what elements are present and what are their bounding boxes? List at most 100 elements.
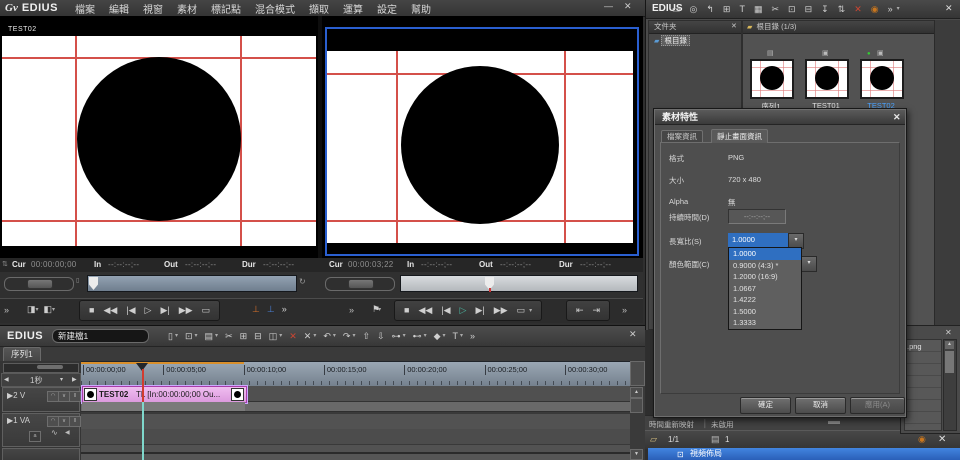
sort-icon[interactable]: ⇅ [838,5,846,14]
reel-icon[interactable]: ◉ [918,434,926,445]
playhead-line-teal[interactable] [142,402,144,460]
set-in-point-icon[interactable]: ⇤ [576,306,584,315]
rewind-icon[interactable]: ◀◀ [418,306,432,315]
new-folder-icon[interactable]: ▭ [672,5,681,14]
dialog-close-button[interactable]: ✕ [893,110,901,124]
save-project-icon[interactable]: ▤ [205,332,214,341]
close-button[interactable]: ✕ [624,1,632,12]
display-mode-1-caret-icon[interactable]: ▾ [36,307,39,313]
fast-forward-icon[interactable]: ▶▶ [494,306,508,315]
timeline-clip-test02[interactable]: TEST02 TL [In:00:00:00;00 Ou... [82,386,247,403]
next-track-lane[interactable] [81,454,630,460]
duration-input[interactable]: --:--:--;-- [728,209,786,224]
folder-panel-close-icon[interactable]: ✕ [731,21,737,33]
monitor-caret-icon[interactable]: ▾ [529,308,532,314]
clip-thumbnail[interactable] [860,59,904,99]
menu-item[interactable]: 視窗 [143,1,163,16]
titler-icon[interactable]: T [453,332,459,341]
va-audio-sub-lane[interactable] [81,445,630,454]
bg-window-close-icon[interactable]: ✕ [945,328,952,337]
video-layout-row[interactable]: ⊡ 視頻佈局 [648,448,960,460]
ripple-delete-caret-icon[interactable]: ▾ [313,333,316,339]
match-frame-icon[interactable]: ⊷ [413,332,422,341]
info-row-label[interactable]: 時間重新映射 [649,419,694,430]
clip-thumbnail[interactable] [805,59,849,99]
dropdown-option[interactable]: 1.3333 [729,317,801,329]
menu-item[interactable]: 運算 [343,1,363,16]
undo-icon[interactable]: ↶ [323,332,331,341]
recorder-shuttle[interactable] [325,277,395,291]
cancel-button[interactable]: 取消 [795,397,846,414]
player-monitor[interactable]: TEST02 [0,16,318,258]
more-caret-icon[interactable]: ▾ [897,6,900,12]
menu-item[interactable]: 檔案 [75,1,95,16]
recorder-position-slider[interactable] [400,275,638,292]
search-icon[interactable]: ◎ [690,5,698,14]
menu-item[interactable]: 設定 [377,1,397,16]
stop-icon[interactable]: ■ [404,306,409,315]
loop-icon[interactable]: ↻ [299,277,306,286]
timeline-vscrollbar[interactable]: ▲ ▼ [630,386,644,460]
aspect-ratio-combobox[interactable]: 1.0000 [728,233,788,247]
menu-item[interactable]: 擷取 [309,1,329,16]
palette-close-icon[interactable]: ✕ [938,434,946,445]
new-sequence-icon[interactable]: ▯ [168,332,173,341]
cut-icon[interactable]: ✂ [771,5,779,14]
copy-icon[interactable]: ⊡ [788,5,796,14]
new-sequence-caret-icon[interactable]: ▾ [175,333,178,339]
player-position-slider[interactable] [87,275,297,292]
frame-back-icon[interactable]: |◀ [441,306,450,315]
dropdown-option[interactable]: 1.5000 [729,306,801,318]
menu-item[interactable]: 標記點 [211,1,241,16]
render-icon[interactable]: ⇩ [377,332,385,341]
more-left-chevron[interactable]: » [4,305,9,315]
play-icon[interactable]: ▷ [460,306,467,315]
add-title-icon[interactable]: T [739,5,745,14]
capture-icon[interactable]: ◉ [871,5,879,14]
more-icon[interactable]: » [888,5,893,14]
timeline-mini-scrollbar[interactable] [3,363,79,373]
folder-tree-root[interactable]: ▰ 根目錄 [654,35,690,46]
monitor-icon[interactable]: ▭ [517,306,526,315]
frame-back-icon[interactable]: |◀ [126,306,135,315]
track-header-partial[interactable] [2,448,80,460]
dialog-title-bar[interactable]: 素材特性 ✕ [655,110,905,125]
set-out-point-icon[interactable]: ⇥ [593,306,601,315]
undo-caret-icon[interactable]: ▾ [333,333,336,339]
insert-to-timeline-icon[interactable]: ⊥ [252,305,260,314]
group-caret-icon[interactable]: ▾ [279,333,282,339]
scroll-thumb[interactable] [945,351,954,373]
audio-source-icon[interactable]: a [29,431,41,442]
zoom-caret-icon[interactable]: ▾ [60,376,63,383]
play-icon[interactable]: ▷ [145,306,152,315]
ripple-delete-icon[interactable]: ✕ [304,332,312,341]
overwrite-to-timeline-icon[interactable]: ⊥ [267,305,275,314]
zoom-next-icon[interactable]: ▶ [72,376,77,383]
redo-caret-icon[interactable]: ▾ [352,333,355,339]
mixer-caret-icon[interactable]: ▾ [403,333,406,339]
tab-still-image-info[interactable]: 靜止畫面資訊 [711,129,768,143]
add-to-timeline-icon[interactable]: ⇧ [362,332,370,341]
paste-icon[interactable]: ⊟ [254,332,262,341]
redo-icon[interactable]: ↷ [343,332,351,341]
add-marker-caret-icon[interactable]: ▾ [378,307,381,313]
more-tools-icon[interactable]: » [470,332,475,341]
display-mode-2-icon[interactable]: ◧ [44,305,53,314]
zoom-prev-icon[interactable]: ◀ [4,376,9,383]
timeline-ruler[interactable]: 00:00:00;0000:00:05;0000:00:10;0000:00:1… [81,361,631,387]
add-clip-icon[interactable]: ▦ [754,5,763,14]
titler-caret-icon[interactable]: ▾ [460,333,463,339]
clip-mixer-section[interactable] [82,402,245,411]
scroll-down-icon[interactable]: ▼ [630,449,643,460]
root-folder-label[interactable]: 根目錄 [661,35,690,46]
frame-forward-icon[interactable]: ▶| [475,306,484,315]
recorder-monitor[interactable] [322,16,643,258]
dropdown-option[interactable]: 1.0000 [729,248,801,260]
group-icon[interactable]: ◫ [269,332,278,341]
up-folder-icon[interactable]: ↰ [706,5,714,14]
paste-icon[interactable]: ⊟ [805,5,813,14]
set-marker-icon[interactable]: ◆ [434,332,441,341]
copy-icon[interactable]: ⊞ [240,332,248,341]
set-marker-caret-icon[interactable]: ▾ [443,333,446,339]
sort-descending-icon[interactable]: ↧ [821,5,829,14]
